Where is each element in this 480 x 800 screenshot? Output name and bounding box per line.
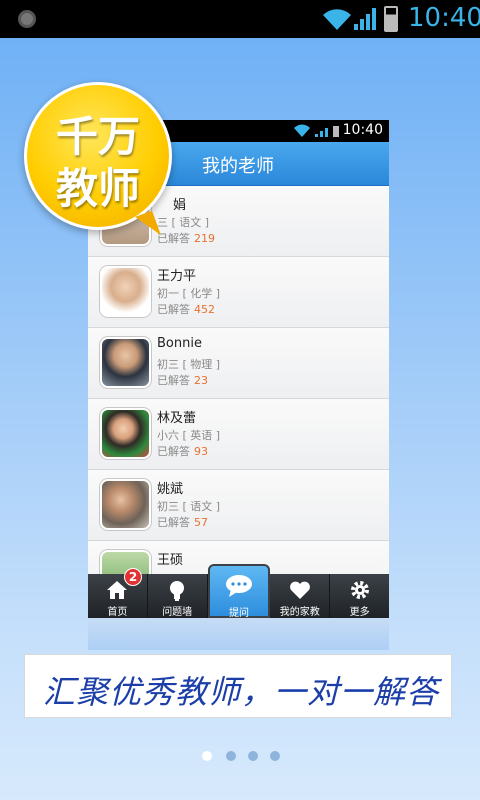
tab-label: 我的家教 [279,607,320,618]
teacher-name: Bonnie [157,336,202,351]
bubble-line-2: 教师 [55,164,140,213]
battery-icon [384,6,398,32]
wifi-icon [323,9,351,31]
teacher-name: 林及蕾 [157,411,197,426]
inner-signal-icons [294,124,339,137]
tab-more[interactable]: 更多 [330,574,389,618]
teacher-grade: 小六 [ 英语 ] [157,429,221,442]
teacher-name: 王硕 [157,553,184,568]
phone-fade [88,618,389,650]
bottom-tab-bar: 2 首页 问题墙 提问 我的家教 更多 [88,564,389,619]
teacher-row[interactable]: 林及蕾 小六 [ 英语 ] 已解答 93 [88,399,389,470]
home-icon [107,581,128,599]
teacher-row[interactable]: 姚斌 初三 [ 语文 ] 已解答 57 [88,470,389,541]
teacher-answered: 已解答 219 [157,232,215,245]
page-dot[interactable] [270,751,280,761]
caption-text: 汇聚优秀教师，一对一解答 [43,673,440,711]
teacher-name: 姚斌 [157,482,184,497]
teacher-grade: 三 [ 语文 ] [157,216,210,229]
heart-icon [289,581,310,599]
avatar [100,266,151,317]
teacher-row[interactable]: Bonnie 初三 [ 物理 ] 已解答 23 [88,328,389,399]
notification-badge: 2 [124,568,142,586]
page-dot[interactable] [226,751,236,761]
status-time: 10:40 [408,3,480,33]
teacher-grade: 初三 [ 语文 ] [157,500,221,513]
page-dot-active[interactable] [202,751,212,761]
teacher-list: 娟 三 [ 语文 ] 已解答 219 王力平 初一 [ 化学 ] 已解答 452 B… [88,186,389,612]
teacher-name: 王力平 [157,269,197,284]
teacher-grade: 初一 [ 化学 ] [157,287,221,300]
tab-ask[interactable]: 提问 [207,564,271,619]
page-indicator [200,751,290,763]
teacher-answered: 已解答 452 [157,303,215,316]
page-dot[interactable] [248,751,258,761]
status-bar: 10:40 [0,0,480,38]
inner-page-title: 我的老师 [202,156,274,177]
teacher-answered: 已解答 57 [157,516,208,529]
notification-icon [18,10,36,28]
tab-label: 更多 [349,607,370,618]
avatar [100,479,151,530]
signal-icon [354,8,376,30]
tab-label: 问题墙 [162,607,193,618]
tab-label: 首页 [107,607,128,618]
inner-status-time: 10:40 [342,122,383,138]
tab-my-tutor[interactable]: 我的家教 [270,574,331,618]
avatar [100,337,151,388]
tab-label: 提问 [228,608,249,619]
caption-banner: 汇聚优秀教师，一对一解答 [24,654,452,718]
teacher-answered: 已解答 93 [157,445,208,458]
teacher-answered: 已解答 23 [157,374,208,387]
avatar [100,408,151,459]
chat-bubble-icon [225,575,252,597]
gear-icon [350,581,369,599]
promo-bubble: 千万 教师 [24,82,172,242]
teacher-row[interactable]: 王力平 初一 [ 化学 ] 已解答 452 [88,257,389,328]
tab-home[interactable]: 2 首页 [88,568,148,618]
teacher-grade: 初三 [ 物理 ] [157,358,221,371]
lightbulb-icon [170,581,185,601]
teacher-name: 娟 [173,198,187,213]
tab-question-wall[interactable]: 问题墙 [148,574,208,618]
